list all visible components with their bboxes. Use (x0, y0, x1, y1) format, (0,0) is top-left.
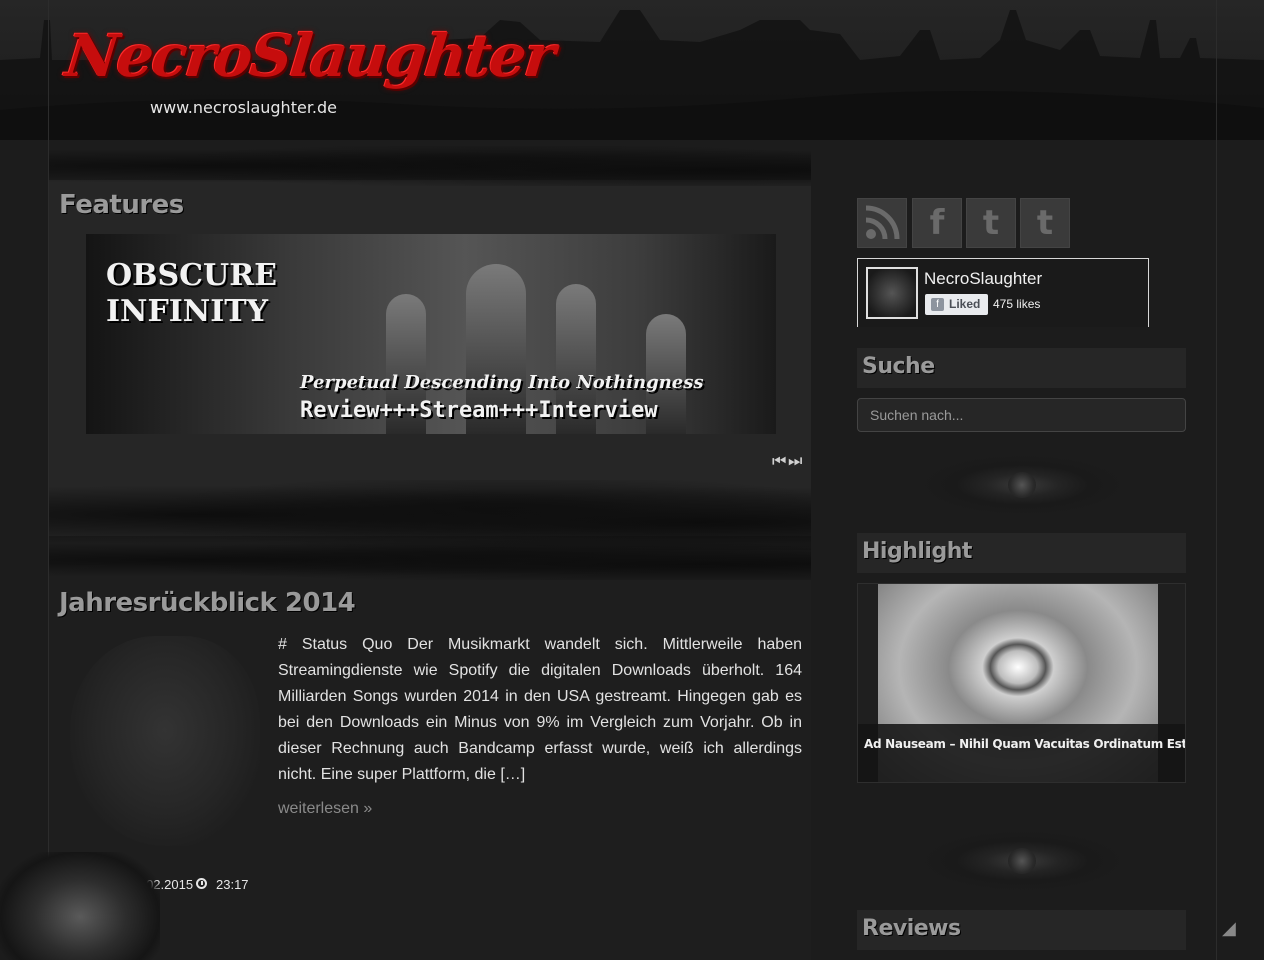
slider-prev-icon[interactable]: ⏮ (772, 453, 786, 471)
site-logo[interactable]: NecroSlaughter www.necroslaughter.de (62, 14, 556, 124)
grunge-divider (49, 146, 811, 186)
search-input[interactable] (857, 398, 1186, 432)
rss-icon[interactable] (857, 198, 907, 248)
rss-icon-graphic (865, 205, 900, 240)
highlight-card[interactable]: Ad Nauseam – Nihil Quam Vacuitas Ordinat… (857, 583, 1186, 783)
search-title: Suche (862, 354, 935, 379)
logo-text: NecroSlaughter (62, 22, 557, 90)
frame-right-border (1216, 0, 1217, 960)
facebook-icon[interactable]: f (912, 198, 962, 248)
slider-next-icon[interactable]: ⏭ (788, 453, 802, 471)
facebook-page-name[interactable]: NecroSlaughter (924, 269, 1042, 289)
banner-tagline: Review+++Stream+++Interview (300, 398, 658, 423)
article-thumbnail[interactable] (70, 636, 260, 846)
article-time: 23:17 (216, 877, 249, 892)
read-more-link[interactable]: weiterlesen » (278, 800, 372, 818)
back-to-top-icon[interactable]: ◢ (1222, 918, 1244, 940)
features-banner[interactable]: OBSCURE INFINITY Perpetual Descending In… (86, 234, 776, 434)
logo-url: www.necroslaughter.de (150, 98, 338, 117)
facebook-page-avatar[interactable] (866, 267, 918, 319)
grunge-divider (49, 540, 811, 580)
eye-divider-image (905, 450, 1140, 520)
reviews-title: Reviews (862, 916, 961, 941)
banner-band-name: OBSCURE INFINITY (106, 258, 277, 329)
zombie-mascot-image (0, 852, 160, 960)
tumblr-icon[interactable]: t (1020, 198, 1070, 248)
facebook-f-icon: f (931, 298, 944, 311)
features-title: Features (59, 190, 184, 220)
highlight-title: Highlight (862, 539, 972, 564)
article-title[interactable]: Jahresrückblick 2014 (59, 588, 356, 618)
banner-album-title: Perpetual Descending Into Nothingness (300, 372, 704, 393)
highlight-caption[interactable]: Ad Nauseam – Nihil Quam Vacuitas Ordinat… (864, 737, 1185, 751)
highlight-caption-bar: Ad Nauseam – Nihil Quam Vacuitas Ordinat… (858, 724, 1185, 782)
eye-divider-image (905, 826, 1140, 896)
article-excerpt: # Status Quo Der Musikmarkt wandelt sich… (278, 636, 802, 783)
clock-icon (196, 878, 207, 889)
twitter-icon[interactable]: t (966, 198, 1016, 248)
facebook-like-count: 475 likes (993, 297, 1041, 311)
